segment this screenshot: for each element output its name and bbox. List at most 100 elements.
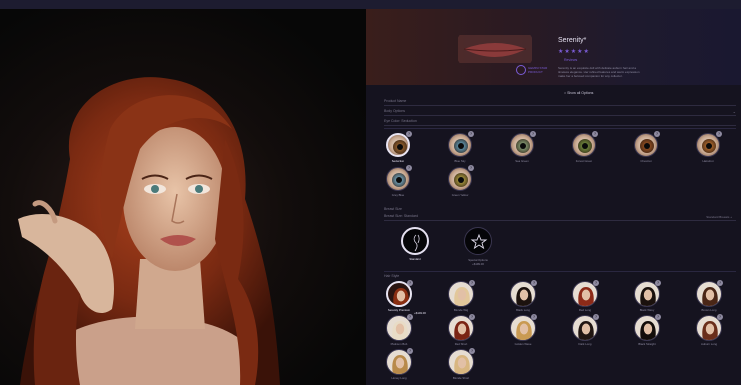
info-icon[interactable]: ? (530, 131, 536, 137)
reviews-link[interactable]: Reviews (564, 58, 577, 62)
breast-size-note: Standard Breasts + (706, 215, 732, 219)
breast-size-section-label: Breast Size (384, 207, 402, 211)
info-icon[interactable]: ? (717, 280, 723, 286)
eye-option-label: Chestnut (640, 159, 652, 163)
wig-face-shape (643, 323, 653, 335)
eye-option[interactable] (696, 133, 720, 157)
hero-portrait (18, 77, 280, 385)
eye-option[interactable] (510, 133, 534, 157)
hair-option-label: Blonde Short (452, 376, 470, 380)
eye-option-label: Seduction (391, 159, 405, 163)
eye-option[interactable] (448, 133, 472, 157)
eye-option[interactable] (572, 133, 596, 157)
info-icon[interactable]: ? (655, 280, 661, 286)
hair-option-label: Auburn Long (700, 342, 718, 346)
wig-face-shape (705, 323, 715, 335)
eye-option-label: Sea Green (515, 159, 529, 163)
hair-option-price: +$149.00 (414, 311, 426, 315)
hair-option-label: Red Long (578, 308, 592, 312)
wig-face-shape (457, 323, 467, 335)
wig-face-shape (581, 323, 591, 335)
hair-option-label: Blonde Wig (453, 308, 469, 312)
pupil (397, 144, 403, 150)
hair-option-label: Red Short (454, 342, 468, 346)
body-option-special-price: +$199.00 (472, 262, 484, 266)
wig-face-shape (395, 357, 405, 369)
wig-face-shape (705, 289, 715, 301)
product-name-select[interactable]: Product Name (384, 99, 736, 106)
product-banner: GEMINI STAR PRODUCT Serenity* ★★★★★ Revi… (366, 9, 741, 85)
product-panel: GEMINI STAR PRODUCT Serenity* ★★★★★ Revi… (366, 9, 741, 385)
eye-option-label: Forest Green (575, 159, 593, 163)
wig-face-shape (457, 289, 467, 301)
info-icon[interactable]: ? (407, 348, 413, 354)
info-icon[interactable]: ? (655, 314, 661, 320)
eye-color-select[interactable]: Eye Color: Seduction (384, 119, 736, 126)
wig-face-shape (396, 290, 406, 302)
eye-option[interactable] (634, 133, 658, 157)
info-icon[interactable]: ? (406, 165, 412, 171)
eye-option[interactable] (448, 167, 472, 191)
hair-option-label: Black Straight (638, 342, 656, 346)
star-icon (470, 233, 488, 250)
pupil (644, 143, 650, 149)
hero-image (0, 9, 366, 385)
info-icon[interactable]: ? (654, 131, 660, 137)
body-option-special[interactable] (464, 227, 492, 255)
body-option-standard-label: Standard (409, 257, 421, 261)
info-icon[interactable]: ? (407, 280, 413, 286)
pupil (582, 143, 588, 149)
body-option-standard[interactable] (401, 227, 429, 255)
hair-option-label: Dark Long (578, 342, 592, 346)
brand-logo: GEMINI STAR PRODUCT (516, 64, 550, 78)
top-strip (0, 0, 741, 9)
info-icon[interactable]: ? (531, 280, 537, 286)
info-icon[interactable]: ? (593, 280, 599, 286)
pupil (706, 143, 712, 149)
wig-face-shape (519, 289, 529, 301)
info-icon[interactable]: ? (468, 131, 474, 137)
lips-image (458, 35, 532, 63)
wig-face-shape (519, 323, 529, 335)
info-icon[interactable]: ? (716, 131, 722, 137)
info-icon[interactable]: ? (469, 280, 475, 286)
rating-stars: ★★★★★ (558, 49, 590, 55)
hair-option-label: Platinum Bob (390, 342, 408, 346)
eye-option-label: Blue Sky (454, 159, 466, 163)
eye-option[interactable] (386, 133, 410, 157)
wig-face-shape (581, 289, 591, 301)
wig-face-shape (457, 357, 467, 369)
eye-option-label: Hazelnut (702, 159, 714, 163)
info-icon[interactable]: ? (407, 314, 413, 320)
divider (384, 271, 736, 272)
hair-option-label: Black Wavy (639, 308, 655, 312)
show-all-options-link[interactable]: ○ Show all Options (564, 91, 593, 95)
pupil (458, 143, 464, 149)
pupil (458, 177, 464, 183)
wig-face-shape (395, 323, 405, 335)
info-icon[interactable]: ? (468, 165, 474, 171)
product-description: Serenity is an exquisite doll with delic… (558, 66, 640, 78)
eye-option-label: Green Yellow (451, 193, 469, 197)
info-icon[interactable]: ? (593, 314, 599, 320)
breast-size-select[interactable]: Breast Size: Standard Standard Breasts + (384, 214, 736, 221)
info-icon[interactable]: ? (717, 314, 723, 320)
info-icon[interactable]: ? (592, 131, 598, 137)
wig-face-shape (643, 289, 653, 301)
hair-option-label: Black Long (516, 308, 530, 312)
eye-option-label: Grey Blue (391, 193, 405, 197)
brand-line: PRODUCT (528, 70, 543, 74)
info-icon[interactable]: ? (531, 314, 537, 320)
eye-option[interactable] (386, 167, 410, 191)
divider (384, 128, 736, 129)
hair-option-label: Golden Wave (514, 342, 532, 346)
hair-option-label: Honey Long (391, 376, 407, 380)
info-icon[interactable]: ? (469, 314, 475, 320)
info-icon[interactable]: ? (406, 131, 412, 137)
info-icon[interactable]: ? (469, 348, 475, 354)
chevron-down-icon: ⌄ (732, 109, 736, 114)
pupil (520, 143, 526, 149)
body-outline-icon (413, 234, 420, 252)
body-options-select[interactable]: Body Options ⌄ (384, 109, 736, 116)
hair-style-section-label: Hair Style (384, 274, 400, 278)
